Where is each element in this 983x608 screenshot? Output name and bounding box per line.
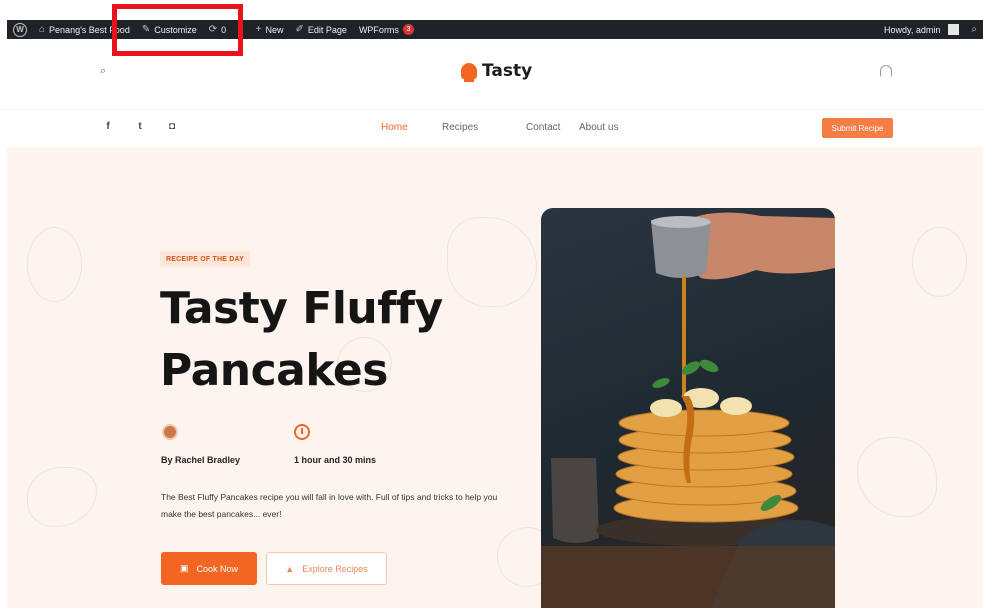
- hero-title-line-2: Pancakes: [160, 345, 388, 396]
- facebook-icon[interactable]: f: [103, 121, 113, 132]
- nav-item-contact[interactable]: Contact: [526, 122, 579, 133]
- howdy-label: Howdy, admin: [884, 24, 941, 35]
- cook-duration: 1 hour and 30 mins: [294, 455, 377, 465]
- wpforms-label: WPForms: [358, 24, 399, 35]
- site-logo[interactable]: Tasty: [461, 61, 533, 82]
- timer-icon: [294, 424, 310, 440]
- main-navigation: f t ◘ Home Recipes Contact About us Subm…: [0, 109, 983, 147]
- user-icon[interactable]: [880, 65, 892, 77]
- twitter-icon[interactable]: t: [135, 121, 145, 132]
- updates-count: 0: [221, 24, 227, 35]
- recipe-of-day-tag: RECEIPE OF THE DAY: [160, 251, 251, 267]
- customize-label: Customize: [154, 24, 197, 35]
- admin-bar-right: Howdy, admin ⌕: [878, 20, 983, 39]
- cook-now-label: Cook Now: [196, 563, 239, 574]
- author-avatar: [162, 424, 178, 440]
- dashboard-icon: ⌂: [39, 23, 46, 35]
- explore-recipes-label: Explore Recipes: [302, 563, 368, 574]
- chef-icon: ▣: [179, 563, 189, 573]
- dish-icon: ▲: [285, 563, 295, 574]
- wpforms-badge: 3: [402, 24, 414, 35]
- new-content-menu[interactable]: + New: [250, 20, 290, 39]
- site-name-menu[interactable]: ⌂ Penang's Best Food: [33, 20, 136, 39]
- admin-search[interactable]: ⌕: [965, 20, 983, 39]
- site-name-label: Penang's Best Food: [49, 24, 130, 35]
- instagram-icon[interactable]: ◘: [167, 121, 177, 132]
- comment-icon: ▮: [238, 23, 244, 35]
- submit-recipe-button[interactable]: Submit Recipe: [822, 118, 893, 138]
- nav-menu: Home Recipes Contact About us: [381, 122, 618, 133]
- wordpress-icon: W: [13, 22, 27, 37]
- hero-title: Tasty Fluffy Pancakes: [160, 278, 500, 402]
- plus-icon: +: [255, 23, 262, 35]
- author-name: By Rachel Bradley: [161, 455, 241, 465]
- decorative-leaf-icon: [857, 437, 937, 517]
- hero-title-line-1: Tasty Fluffy: [160, 283, 443, 334]
- social-links: f t ◘: [103, 121, 177, 132]
- wp-logo-menu[interactable]: W: [7, 20, 33, 39]
- comments-link[interactable]: ▮: [232, 20, 250, 39]
- pancake-stack-illustration: [541, 212, 835, 608]
- brush-icon: ✎: [141, 23, 151, 35]
- wpforms-menu[interactable]: WPForms 3: [353, 20, 420, 39]
- search-icon[interactable]: ⌕: [100, 65, 114, 79]
- site-header: ⌕ Tasty: [0, 39, 983, 109]
- wp-admin-bar: W ⌂ Penang's Best Food ✎ Customize ⟳ 0 ▮…: [7, 20, 983, 39]
- nav-item-home[interactable]: Home: [381, 122, 442, 133]
- avatar: [948, 24, 960, 35]
- my-account-menu[interactable]: Howdy, admin: [878, 20, 965, 39]
- logo-text: Tasty: [482, 61, 533, 81]
- updates-link[interactable]: ⟳ 0: [203, 20, 232, 39]
- nav-item-about[interactable]: About us: [579, 122, 618, 133]
- explore-recipes-button[interactable]: ▲ Explore Recipes: [266, 552, 387, 585]
- page: W ⌂ Penang's Best Food ✎ Customize ⟳ 0 ▮…: [0, 0, 983, 608]
- pencil-icon: ✐: [295, 23, 304, 35]
- hero-description: The Best Fluffy Pancakes recipe you will…: [161, 492, 498, 519]
- new-label: New: [265, 24, 284, 35]
- edit-page-link[interactable]: ✐ Edit Page: [290, 20, 353, 39]
- refresh-icon: ⟳: [208, 23, 218, 35]
- decorative-vegetable-icon: [27, 467, 97, 527]
- customize-link[interactable]: ✎ Customize: [136, 20, 203, 39]
- hero-pancake-image: [541, 208, 835, 608]
- nav-item-recipes[interactable]: Recipes: [442, 122, 526, 133]
- edit-page-label: Edit Page: [307, 24, 347, 35]
- decorative-garlic-icon: [912, 227, 967, 297]
- chef-hat-icon: [461, 63, 477, 82]
- search-icon: ⌕: [971, 23, 977, 35]
- decorative-garlic-icon: [27, 227, 82, 302]
- cook-now-button[interactable]: ▣ Cook Now: [161, 552, 257, 585]
